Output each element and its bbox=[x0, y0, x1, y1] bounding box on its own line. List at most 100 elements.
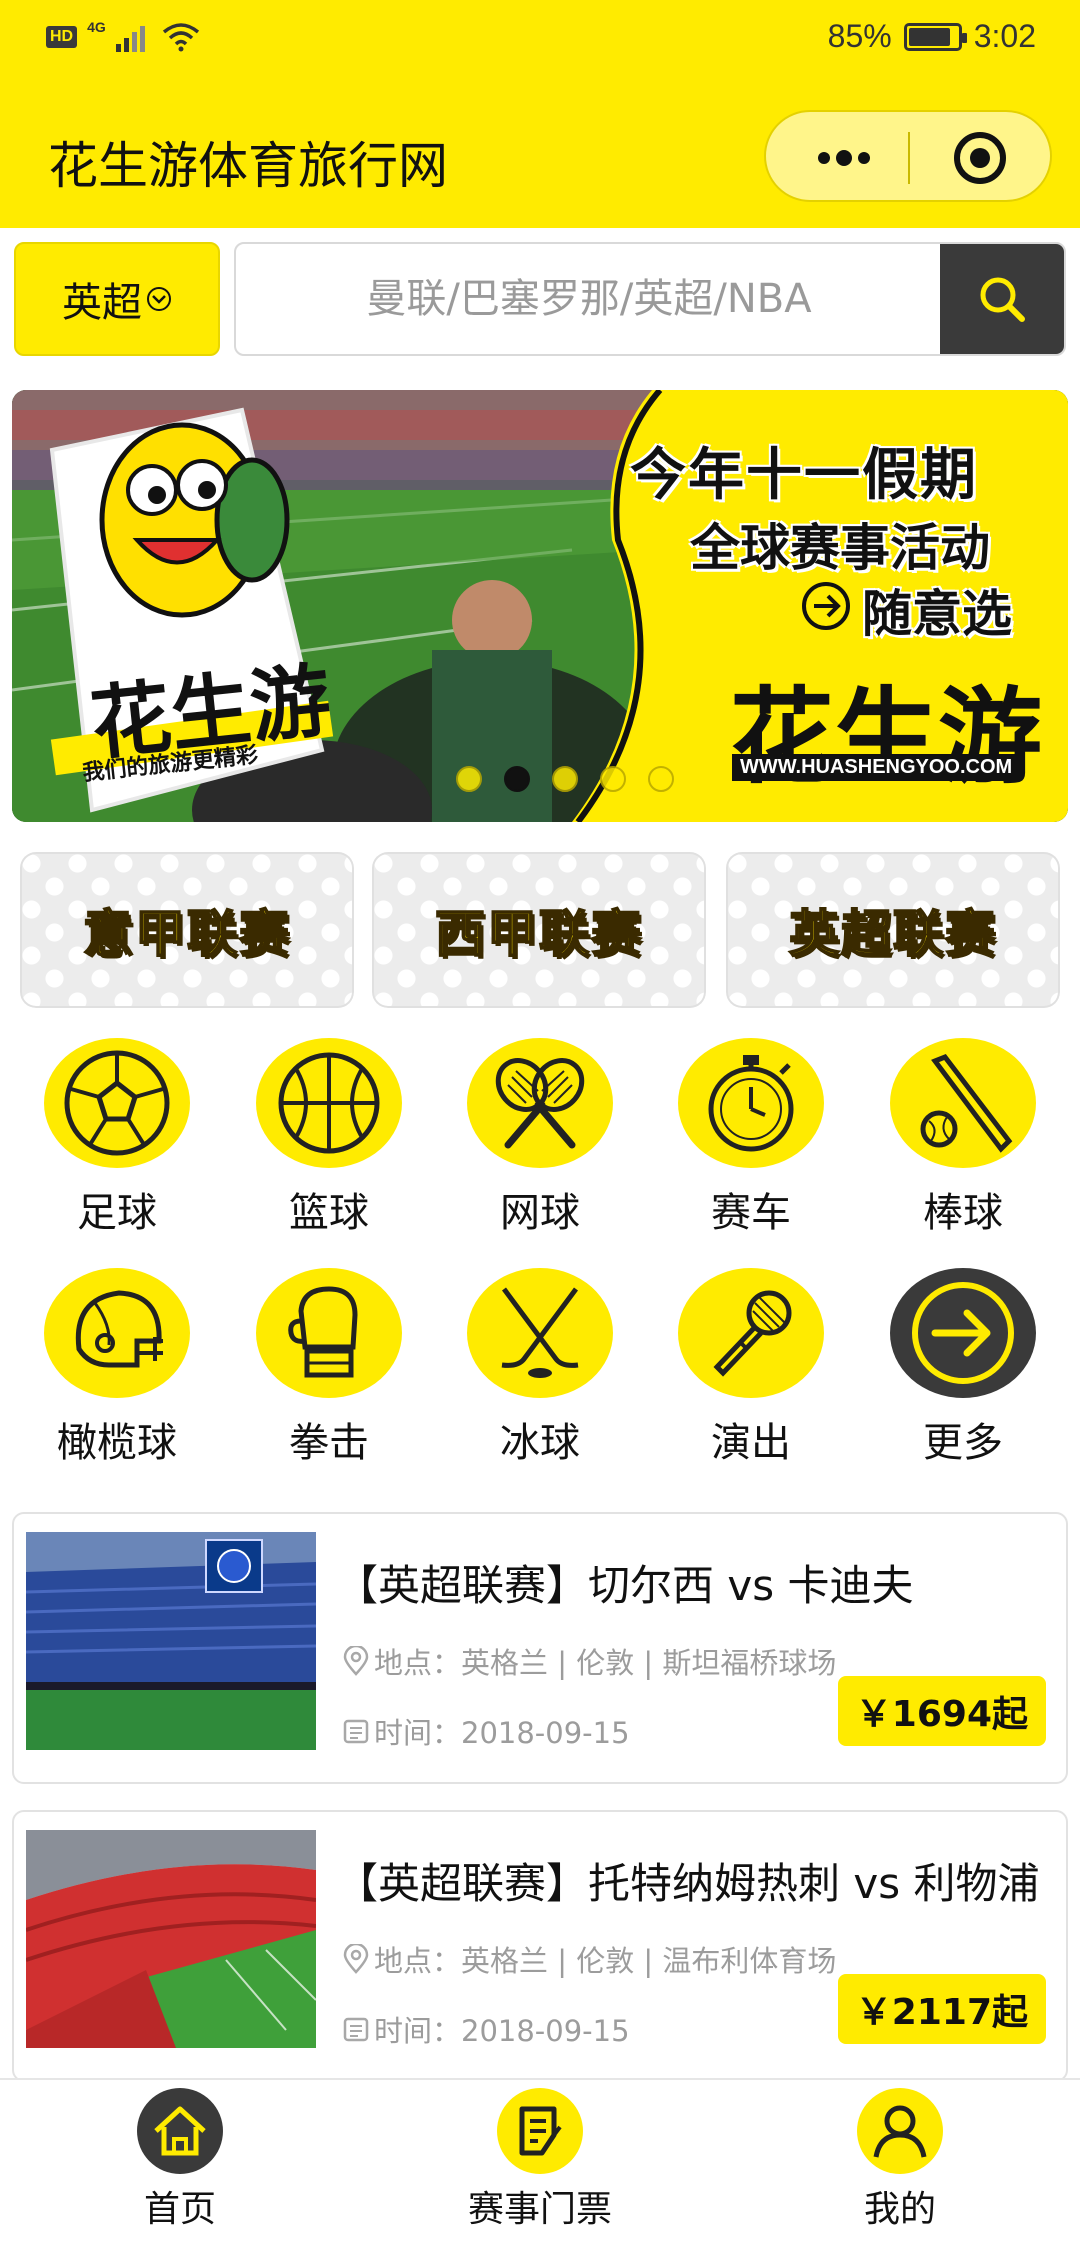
event-location-text: 地点：英格兰 | 伦敦 | 斯坦福桥球场 bbox=[374, 1646, 837, 1680]
sport-item-performance[interactable]: 演出 bbox=[666, 1268, 836, 1468]
carousel-dots bbox=[456, 766, 674, 792]
tennis-rackets-icon bbox=[495, 1058, 585, 1149]
banner-line3: 随意选 bbox=[862, 585, 1012, 643]
sport-item-basketball[interactable]: 篮球 bbox=[244, 1038, 414, 1238]
sport-item-racing[interactable]: 赛车 bbox=[666, 1038, 836, 1238]
sport-item-baseball[interactable]: 棒球 bbox=[878, 1038, 1048, 1238]
close-target-icon bbox=[954, 132, 1006, 184]
carousel-dot[interactable] bbox=[648, 766, 674, 792]
sport-label: 赛车 bbox=[711, 1190, 791, 1236]
sport-item-more[interactable]: 更多 bbox=[878, 1268, 1048, 1468]
event-price-badge[interactable]: ￥1694起 bbox=[837, 1676, 1046, 1746]
sport-label: 拳击 bbox=[289, 1420, 369, 1466]
league-label: 西甲联赛 bbox=[434, 904, 643, 964]
sport-icon-circle bbox=[256, 1268, 402, 1398]
sport-item-tennis[interactable]: 网球 bbox=[455, 1038, 625, 1238]
basketball-icon bbox=[278, 1052, 380, 1154]
microphone-icon bbox=[713, 1290, 792, 1377]
sport-icon-circle bbox=[467, 1268, 613, 1398]
capsule-divider bbox=[908, 132, 910, 184]
sport-icon-circle bbox=[678, 1038, 824, 1168]
promo-banner[interactable]: 花生游 我们的旅游更精彩 今年十一假期 全球赛事活动 随意选 花生游 WWW.H… bbox=[12, 390, 1068, 822]
wifi-icon bbox=[162, 23, 199, 52]
sport-item-boxing[interactable]: 拳击 bbox=[244, 1268, 414, 1468]
battery-percent: 85% bbox=[827, 18, 892, 54]
sport-item-ice-hockey[interactable]: 冰球 bbox=[455, 1268, 625, 1468]
nav-icon-circle bbox=[857, 2088, 943, 2174]
title-bar: 花生游体育旅行网 bbox=[0, 80, 1080, 228]
sport-label: 棒球 bbox=[923, 1190, 1003, 1236]
battery-icon bbox=[903, 22, 967, 51]
sport-icon-circle bbox=[678, 1268, 824, 1398]
event-thumbnail bbox=[26, 1830, 316, 2048]
stadium-image bbox=[26, 1532, 316, 1750]
clock: 3:02 bbox=[973, 18, 1036, 54]
location-pin-icon bbox=[343, 1944, 369, 1974]
league-button-premier-league[interactable]: 英超联赛 bbox=[726, 852, 1060, 1008]
status-left: HD 4G bbox=[46, 19, 200, 52]
chevron-down-icon bbox=[147, 287, 171, 311]
carousel-dot-active[interactable] bbox=[504, 766, 530, 792]
baseball-bat-icon bbox=[920, 1053, 1013, 1153]
sport-icon-circle bbox=[890, 1038, 1036, 1168]
carousel-dot[interactable] bbox=[600, 766, 626, 792]
event-card[interactable]: 【英超联赛】托特纳姆热刺 vs 利物浦 地点：英格兰 | 伦敦 | 温布利体育场… bbox=[12, 1810, 1068, 2082]
league-label: 意甲联赛 bbox=[82, 904, 291, 964]
calendar-icon bbox=[343, 2017, 369, 2042]
event-time-text: 时间：2018-09-15 bbox=[374, 1716, 630, 1750]
boxing-glove-icon bbox=[288, 1286, 358, 1378]
status-right: 85% 3:02 bbox=[828, 18, 1036, 55]
arrow-right-icon bbox=[912, 1282, 1014, 1384]
nav-item-home[interactable]: 首页 bbox=[70, 2088, 290, 2244]
sport-label: 冰球 bbox=[500, 1420, 580, 1466]
banner-url: WWW.HUASHENGYOO.COM bbox=[732, 754, 1021, 781]
stadium-image bbox=[26, 1830, 316, 2048]
event-title: 【英超联赛】托特纳姆热刺 vs 利物浦 bbox=[336, 1859, 1040, 1908]
search-box bbox=[234, 242, 1066, 356]
stopwatch-icon bbox=[708, 1055, 794, 1152]
sport-icon-circle bbox=[467, 1038, 613, 1168]
event-time: 时间：2018-09-15 bbox=[342, 2008, 630, 2050]
sport-label: 足球 bbox=[77, 1190, 157, 1236]
search-input[interactable] bbox=[236, 244, 942, 354]
hd-badge: HD bbox=[46, 26, 78, 48]
event-title: 【英超联赛】切尔西 vs 卡迪夫 bbox=[336, 1561, 914, 1610]
page-title: 花生游体育旅行网 bbox=[48, 137, 448, 195]
sport-icon-circle bbox=[44, 1268, 190, 1398]
calendar-icon bbox=[343, 1719, 369, 1744]
category-label: 英超 bbox=[62, 280, 142, 326]
carousel-dot[interactable] bbox=[552, 766, 578, 792]
league-button-serie-a[interactable]: 意甲联赛 bbox=[20, 852, 354, 1008]
sport-label: 演出 bbox=[711, 1420, 791, 1466]
close-miniapp-button[interactable] bbox=[932, 124, 1028, 192]
event-location: 地点：英格兰 | 伦敦 | 斯坦福桥球场 bbox=[342, 1640, 836, 1682]
sport-label: 网球 bbox=[500, 1190, 580, 1236]
event-price-badge[interactable]: ￥2117起 bbox=[837, 1974, 1046, 2044]
event-card[interactable]: 【英超联赛】切尔西 vs 卡迪夫 地点：英格兰 | 伦敦 | 斯坦福桥球场 时间… bbox=[12, 1512, 1068, 1784]
nav-label: 我的 bbox=[863, 2189, 936, 2230]
sport-label: 篮球 bbox=[289, 1190, 369, 1236]
event-thumbnail bbox=[26, 1532, 316, 1750]
league-button-la-liga[interactable]: 西甲联赛 bbox=[372, 852, 706, 1008]
banner-line2: 全球赛事活动 bbox=[690, 519, 990, 577]
sport-icon-circle bbox=[256, 1038, 402, 1168]
home-icon bbox=[154, 2106, 206, 2156]
ticket-icon bbox=[519, 2106, 562, 2156]
status-bar: HD 4G 85% 3:02 bbox=[0, 0, 1080, 80]
event-time-text: 时间：2018-09-15 bbox=[374, 2014, 630, 2048]
nav-icon-circle bbox=[137, 2088, 223, 2174]
search-button[interactable] bbox=[940, 244, 1064, 354]
sport-label: 橄榄球 bbox=[57, 1420, 177, 1466]
nav-item-tickets[interactable]: 赛事门票 bbox=[430, 2088, 650, 2244]
nav-label: 首页 bbox=[143, 2189, 216, 2230]
bottom-nav: 首页 赛事门票 我的 bbox=[0, 2078, 1080, 2244]
hockey-sticks-icon bbox=[501, 1287, 579, 1378]
sport-item-rugby[interactable]: 橄榄球 bbox=[32, 1268, 202, 1468]
category-select[interactable]: 英超 bbox=[14, 242, 220, 356]
miniapp-capsule bbox=[764, 110, 1052, 202]
nav-item-profile[interactable]: 我的 bbox=[790, 2088, 1010, 2244]
sport-item-soccer[interactable]: 足球 bbox=[32, 1038, 202, 1238]
carousel-dot[interactable] bbox=[456, 766, 482, 792]
league-label: 英超联赛 bbox=[788, 904, 997, 964]
more-button[interactable] bbox=[796, 126, 892, 190]
